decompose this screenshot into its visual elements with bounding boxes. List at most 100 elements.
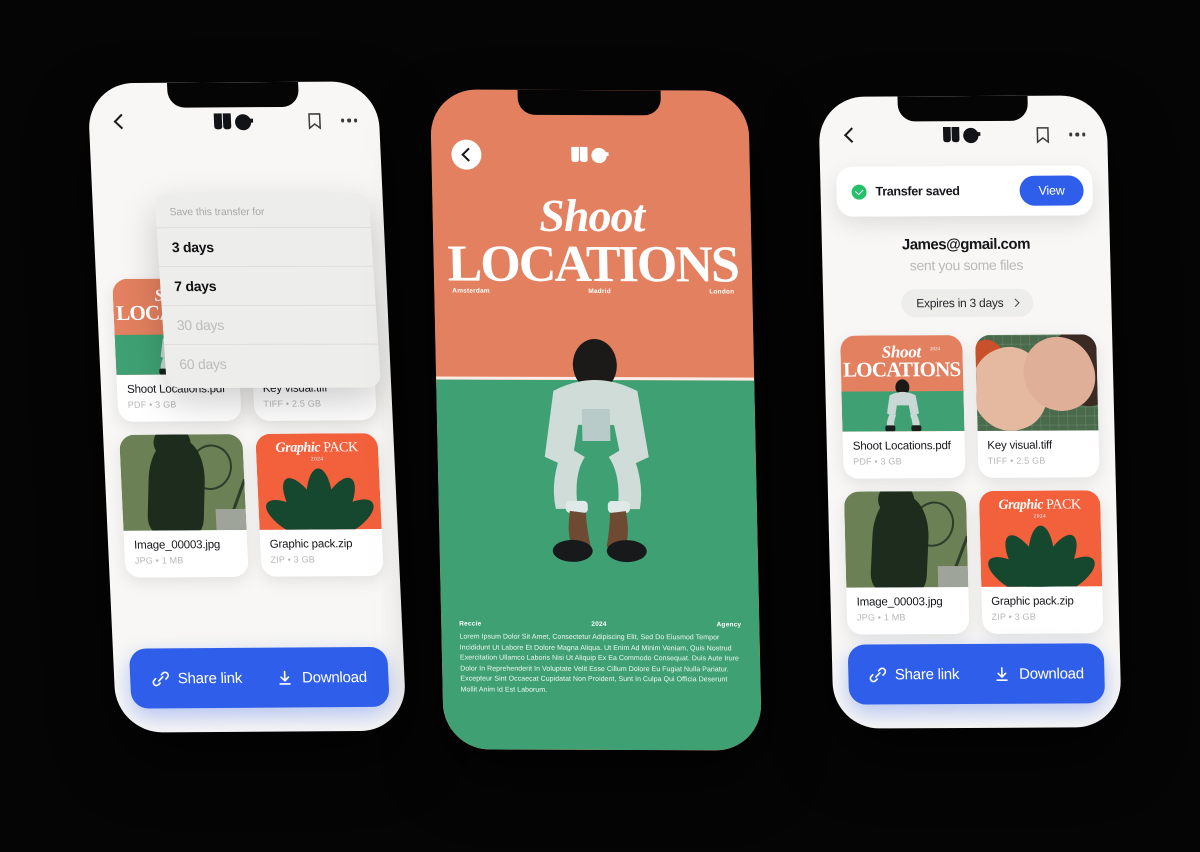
art-year: 2024 [929, 347, 941, 353]
art-pack-roman: PACK [1046, 497, 1081, 513]
notch [166, 81, 299, 108]
toast-message: Transfer saved [875, 184, 960, 199]
top-bar-actions [1035, 126, 1086, 144]
file-meta: Shoot Locations.pdf PDF • 3 GB [842, 431, 965, 479]
hero-photo-person [510, 325, 683, 566]
phone-right: Transfer saved View James@gmail.com sent… [818, 95, 1122, 729]
file-meta: Image_00003.jpg JPG • 1 MB [846, 587, 969, 635]
flower-fan-icon [256, 463, 382, 530]
file-name: Shoot Locations.pdf [852, 440, 951, 453]
file-name: Image_00003.jpg [856, 596, 943, 609]
top-bar-actions [307, 112, 358, 130]
download-button[interactable]: Download [993, 665, 1084, 682]
art-pack-italic: Graphic [998, 497, 1044, 513]
back-icon[interactable] [451, 139, 482, 170]
more-horizontal-icon[interactable] [340, 118, 358, 123]
notch [517, 89, 662, 116]
bookmark-icon[interactable] [307, 112, 321, 130]
download-icon [996, 666, 1008, 681]
thumbnail-court-shadow [843, 491, 968, 588]
chevron-right-icon [1011, 298, 1020, 308]
dropdown-option-60-days[interactable]: 60 days [164, 345, 381, 388]
link-icon [152, 671, 169, 686]
footer-right-label: Agency [716, 621, 742, 629]
thumbnail-graphic-pack: Graphic PACK 2024 [978, 490, 1103, 587]
share-link-label: Share link [177, 669, 243, 687]
phone-left: Shoot LOCATIONS [87, 81, 407, 733]
share-link-label: Share link [894, 665, 960, 683]
expires-label: Expires in 3 days [916, 295, 1004, 311]
thumbnail-court-shadow [119, 434, 247, 531]
file-subtitle: TIFF • 2.5 GB [263, 398, 322, 409]
file-card[interactable]: Key visual.tiff TIFF • 2.5 GB [974, 334, 1100, 478]
city-madrid: Madrid [588, 288, 611, 296]
back-icon[interactable] [841, 127, 859, 145]
transfer-saved-toast: Transfer saved View [835, 165, 1094, 217]
file-name: Graphic pack.zip [269, 538, 353, 551]
bookmark-icon[interactable] [1035, 126, 1049, 144]
we-logo [569, 144, 611, 165]
mockup-stage: Shoot LOCATIONS [0, 0, 1200, 852]
file-card[interactable]: Graphic PACK 2024 Graphic pack.zip ZIP •… [254, 433, 384, 577]
action-bar: Share link Download [128, 646, 390, 709]
phone-right-screen: Transfer saved View James@gmail.com sent… [818, 95, 1121, 728]
back-icon[interactable] [111, 113, 130, 131]
art-pack-title: Graphic PACK [979, 497, 1101, 514]
thumbnail-shoot-cover: Shoot LOCATIONS 2024 [840, 335, 964, 432]
action-bar: Share link Download [847, 643, 1106, 705]
city-amsterdam: Amsterdam [452, 287, 490, 295]
file-subtitle: TIFF • 2.5 GB [987, 455, 1046, 466]
download-button[interactable]: Download [276, 668, 368, 686]
we-logo [212, 110, 257, 132]
thumbnail-faces-photo [974, 334, 1099, 431]
phone-left-screen: Shoot LOCATIONS [87, 81, 407, 732]
share-link-button[interactable]: Share link [869, 665, 960, 683]
flower-fan-icon [979, 520, 1102, 587]
art-pack-year: 2024 [1033, 513, 1047, 520]
file-card[interactable]: Graphic PACK 2024 Graphic pack.zip ZIP •… [978, 490, 1104, 634]
more-horizontal-icon[interactable] [1068, 132, 1086, 137]
download-label: Download [301, 668, 368, 686]
phone-center: Shoot LOCATIONS Amsterdam Madrid London [430, 89, 762, 751]
notch [897, 95, 1028, 122]
file-card[interactable]: Image_00003.jpg JPG • 1 MB [843, 491, 969, 635]
file-card[interactable]: Shoot LOCATIONS 2024 Shoot Locations.pdf… [840, 335, 966, 479]
file-subtitle: PDF • 3 GB [127, 399, 177, 410]
file-subtitle: ZIP • 3 GB [270, 554, 316, 565]
file-subtitle: ZIP • 3 GB [991, 611, 1037, 622]
city-list: Amsterdam Madrid London [452, 288, 734, 296]
file-subtitle: JPG • 1 MB [856, 612, 906, 623]
check-circle-icon [851, 184, 867, 200]
cover-title-line1: Shoot [538, 189, 645, 242]
dropdown-option-7-days[interactable]: 7 days [159, 266, 376, 307]
expires-pill[interactable]: Expires in 3 days [900, 288, 1034, 318]
file-name: Graphic pack.zip [990, 595, 1074, 608]
art-pack-year: 2024 [310, 456, 324, 463]
file-card[interactable]: Image_00003.jpg JPG • 1 MB [119, 434, 249, 578]
link-icon [869, 667, 886, 682]
file-subtitle: JPG • 1 MB [134, 555, 184, 566]
city-london: London [709, 288, 735, 296]
download-icon [279, 670, 291, 685]
expiry-dropdown[interactable]: Save this transfer for 3 days 7 days 30 … [154, 193, 382, 388]
file-subtitle: PDF • 3 GB [853, 456, 902, 467]
sender-email: James@gmail.com [901, 235, 1031, 254]
art-pack-roman: PACK [322, 440, 359, 456]
art-pack-title: Graphic PACK [255, 440, 378, 457]
file-meta: Graphic pack.zip ZIP • 3 GB [259, 529, 384, 577]
file-grid: Shoot LOCATIONS 2024 Shoot Locations.pdf… [824, 334, 1119, 635]
footer-year: 2024 [591, 620, 607, 628]
cover-title-line2: LOCATIONS [446, 235, 739, 294]
share-link-button[interactable]: Share link [151, 669, 242, 687]
cover-footer: Reccie 2024 Agency Lorem Ipsum Dolor Sit… [459, 620, 743, 696]
footer-left-label: Reccie [459, 620, 482, 628]
file-name: Key visual.tiff [987, 439, 1053, 452]
view-button[interactable]: View [1019, 175, 1084, 206]
file-meta: Image_00003.jpg JPG • 1 MB [123, 530, 248, 578]
art-pack-italic: Graphic [275, 440, 321, 456]
phone-center-screen: Shoot LOCATIONS Amsterdam Madrid London [430, 89, 762, 751]
footer-body-text: Lorem Ipsum Dolor Sit Amet, Consectetur … [459, 633, 740, 694]
dropdown-option-3-days[interactable]: 3 days [156, 227, 374, 268]
figure-silhouette [875, 375, 930, 432]
dropdown-option-30-days[interactable]: 30 days [161, 305, 379, 346]
